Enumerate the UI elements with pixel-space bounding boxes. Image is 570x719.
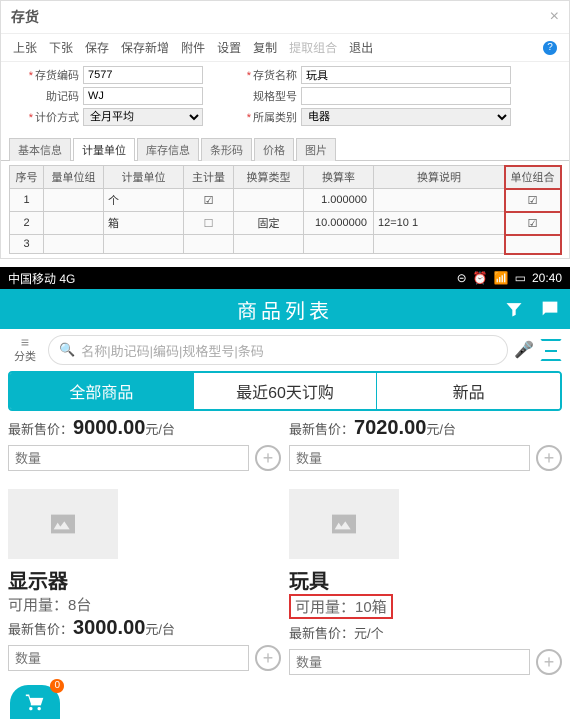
battery-icon: ▭	[515, 271, 526, 285]
category-select[interactable]: 电器	[301, 108, 511, 126]
exit-button[interactable]: 退出	[349, 39, 373, 56]
search-input[interactable]: 🔍 名称|助记码|编码|规格型号|条码	[48, 335, 508, 365]
filter-icon[interactable]	[502, 297, 526, 321]
mobile-header: 商品列表	[0, 289, 570, 329]
page-title: 商品列表	[237, 295, 333, 324]
available-qty: 可用量：8台	[8, 594, 281, 615]
plus-icon[interactable]: +	[536, 445, 562, 471]
toolbar: 上张 下张 保存 保存新增 附件 设置 复制 提取组合 退出 ?	[1, 34, 569, 62]
message-icon[interactable]	[538, 297, 562, 321]
mobile-screen: 中国移动 4G ⊝ ⏰ 📶 ▭ 20:40 商品列表 ≡ 分类 🔍 名称|助记码…	[0, 267, 570, 719]
search-icon: 🔍	[59, 342, 75, 358]
category-button[interactable]: ≡ 分类	[8, 336, 42, 364]
menu-icon: ≡	[21, 336, 29, 348]
product-image	[8, 489, 118, 559]
name-input[interactable]	[301, 66, 511, 84]
qty-input[interactable]	[289, 649, 530, 675]
plus-icon[interactable]: +	[255, 645, 281, 671]
status-bar: 中国移动 4G ⊝ ⏰ 📶 ▭ 20:40	[0, 267, 570, 289]
search-row: ≡ 分类 🔍 名称|助记码|编码|规格型号|条码 🎤	[0, 329, 570, 371]
seg-new[interactable]: 新品	[377, 373, 560, 409]
prev-button[interactable]: 上张	[13, 39, 37, 56]
next-button[interactable]: 下张	[49, 39, 73, 56]
col-main: 主计量	[184, 166, 234, 189]
code-input[interactable]	[83, 66, 203, 84]
carrier-label: 中国移动 4G	[8, 270, 75, 287]
col-convtype: 换算类型	[234, 166, 304, 189]
col-rate: 换算率	[304, 166, 374, 189]
product-name: 显示器	[8, 565, 281, 594]
col-uom: 计量单位	[104, 166, 184, 189]
extract-button: 提取组合	[289, 39, 337, 56]
qty-input[interactable]	[8, 445, 249, 471]
segment-control: 全部商品 最近60天订购 新品	[8, 371, 562, 411]
clock-label: 20:40	[532, 271, 562, 285]
cart-button[interactable]: 0	[10, 685, 60, 719]
wifi-icon: 📶	[494, 271, 509, 285]
category-label: 所属类别	[233, 109, 301, 125]
code-label: 存货编码	[11, 67, 83, 83]
do-not-disturb-icon: ⊝	[457, 271, 467, 285]
qty-input[interactable]	[289, 445, 530, 471]
alarm-icon: ⏰	[473, 271, 488, 285]
plus-icon[interactable]: +	[255, 445, 281, 471]
tab-uom[interactable]: 计量单位	[73, 138, 135, 161]
cart-badge: 0	[50, 679, 64, 693]
save-new-button[interactable]: 保存新增	[121, 39, 169, 56]
col-group: 量单位组	[44, 166, 104, 189]
table-row[interactable]: 3	[10, 235, 561, 254]
product-card: 最新售价：9000.00元/台+	[8, 415, 281, 471]
mnemonic-input[interactable]	[83, 87, 203, 105]
attach-button[interactable]: 附件	[181, 39, 205, 56]
settings-button[interactable]: 设置	[217, 39, 241, 56]
mnemonic-label: 助记码	[11, 88, 83, 104]
dialog-title: 存货	[11, 7, 39, 27]
col-seq: 序号	[10, 166, 44, 189]
form-area: 存货编码 存货名称 助记码 规格型号 计价方式 全月平均 所属类别 电器	[1, 62, 569, 133]
tab-image[interactable]: 图片	[296, 138, 336, 161]
copy-button[interactable]: 复制	[253, 39, 277, 56]
seg-all[interactable]: 全部商品	[10, 373, 194, 409]
tab-stock[interactable]: 库存信息	[137, 138, 199, 161]
close-icon[interactable]: ×	[550, 8, 559, 26]
qty-input[interactable]	[8, 645, 249, 671]
available-qty: 可用量：10箱	[289, 594, 393, 619]
valuation-label: 计价方式	[11, 109, 83, 125]
uom-grid: 序号 量单位组 计量单位 主计量 换算类型 换算率 换算说明 单位组合 1个1.…	[9, 165, 561, 254]
valuation-select[interactable]: 全月平均	[83, 108, 203, 126]
search-placeholder: 名称|助记码|编码|规格型号|条码	[81, 341, 264, 360]
tab-barcode[interactable]: 条形码	[201, 138, 252, 161]
subtabs: 基本信息 计量单位 库存信息 条形码 价格 图片	[1, 137, 569, 161]
name-label: 存货名称	[233, 67, 301, 83]
product-card: 显示器可用量：8台最新售价：3000.00元/台+	[8, 475, 281, 675]
dialog-header: 存货 ×	[1, 1, 569, 34]
table-row[interactable]: 2箱固定10.00000012=10 1	[10, 212, 561, 235]
tab-price[interactable]: 价格	[254, 138, 294, 161]
table-row[interactable]: 1个1.000000	[10, 189, 561, 212]
help-icon[interactable]: ?	[543, 41, 557, 55]
tab-basic[interactable]: 基本信息	[9, 138, 71, 161]
col-combo: 单位组合	[505, 166, 561, 189]
product-name: 玩具	[289, 565, 562, 594]
inventory-dialog: 存货 × 上张 下张 保存 保存新增 附件 设置 复制 提取组合 退出 ? 存货…	[0, 0, 570, 259]
plus-icon[interactable]: +	[536, 649, 562, 675]
seg-recent[interactable]: 最近60天订购	[194, 373, 378, 409]
save-button[interactable]: 保存	[85, 39, 109, 56]
spec-label: 规格型号	[233, 88, 301, 104]
spec-input[interactable]	[301, 87, 511, 105]
mic-icon[interactable]: 🎤	[514, 340, 534, 360]
col-desc: 换算说明	[374, 166, 505, 189]
product-card: 最新售价：7020.00元/台+	[289, 415, 562, 471]
scan-icon[interactable]	[540, 339, 562, 361]
product-image	[289, 489, 399, 559]
product-card: 玩具可用量：10箱最新售价：元/个+	[289, 475, 562, 675]
